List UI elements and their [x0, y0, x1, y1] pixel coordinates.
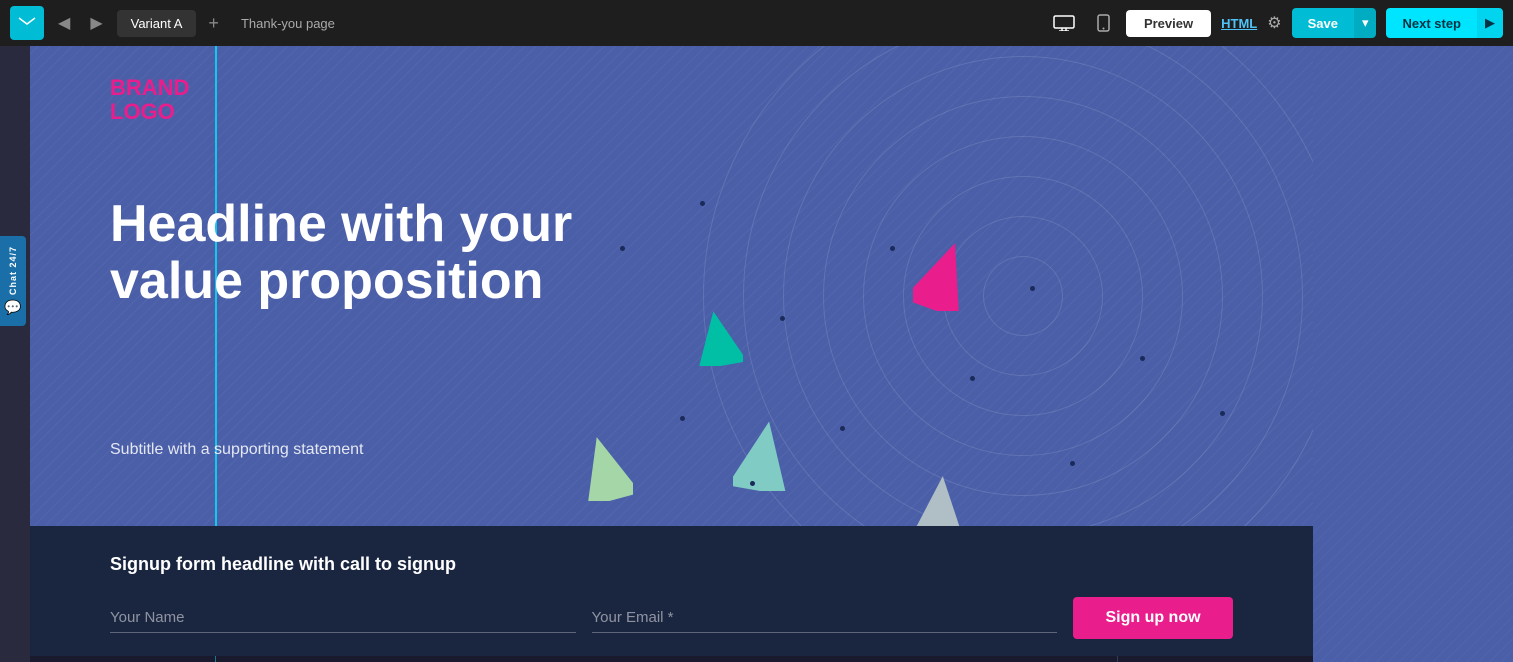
desktop-view-button[interactable]: [1047, 11, 1081, 35]
toolbar: ◀ ▶ Variant A + Thank-you page Preview H…: [0, 0, 1513, 46]
dot-2: [700, 201, 705, 206]
redo-button[interactable]: ▶: [84, 9, 108, 37]
save-button-group: Save ▾: [1292, 8, 1377, 38]
signup-section: Signup form headline with call to signup…: [30, 526, 1313, 656]
thankyou-tab[interactable]: Thank-you page: [231, 10, 345, 37]
circle-8: [983, 256, 1063, 336]
lightgreen-triangle-2: [733, 421, 793, 491]
signup-submit-button[interactable]: Sign up now: [1073, 597, 1233, 639]
dot-10: [750, 481, 755, 486]
mobile-view-button[interactable]: [1091, 10, 1116, 36]
canvas-wrapper: Chat 24/7 💬 BR: [0, 46, 1513, 662]
nextstep-arrow-button[interactable]: ▶: [1477, 8, 1503, 38]
lightgreen-triangle-1: [578, 436, 633, 501]
dot-5: [890, 246, 895, 251]
name-input[interactable]: [110, 603, 576, 633]
undo-button[interactable]: ◀: [52, 9, 76, 37]
email-input[interactable]: [592, 603, 1058, 633]
dot-11: [1140, 356, 1145, 361]
save-button[interactable]: Save: [1292, 8, 1354, 38]
dot-4: [840, 426, 845, 431]
side-panel: Chat 24/7 💬: [0, 46, 30, 662]
toolbar-right: Preview HTML ⚙ Save ▾ Next step ▶: [1047, 8, 1503, 38]
html-button[interactable]: HTML: [1221, 16, 1257, 31]
dot-8: [1070, 461, 1075, 466]
page-content: BRAND LOGO Headline with your value prop…: [30, 46, 1313, 662]
variant-a-tab[interactable]: Variant A: [117, 10, 197, 37]
dot-1: [620, 246, 625, 251]
teal-triangle: [693, 311, 743, 366]
right-panel-extended: [1313, 46, 1513, 662]
dot-9: [680, 416, 685, 421]
add-tab-button[interactable]: +: [204, 13, 223, 34]
dot-7: [1030, 286, 1035, 291]
nextstep-button-group: Next step ▶: [1386, 8, 1503, 38]
variant-a-label: Variant A: [131, 16, 183, 31]
app-logo-icon: [10, 6, 44, 40]
dot-12: [1220, 411, 1225, 416]
nextstep-button[interactable]: Next step: [1386, 8, 1477, 38]
hero-section: BRAND LOGO Headline with your value prop…: [30, 46, 1313, 526]
hero-headline: Headline with your value proposition: [110, 196, 630, 310]
signup-headline: Signup form headline with call to signup: [110, 554, 1233, 575]
save-dropdown-button[interactable]: ▾: [1354, 8, 1377, 38]
dot-3: [780, 316, 785, 321]
settings-button[interactable]: ⚙: [1267, 13, 1281, 33]
signup-form-row: Sign up now: [110, 597, 1233, 639]
preview-button[interactable]: Preview: [1126, 10, 1211, 37]
chat-widget[interactable]: Chat 24/7 💬: [0, 236, 26, 326]
chat-icon: 💬: [4, 299, 21, 316]
hero-subtitle: Subtitle with a supporting statement: [110, 441, 363, 459]
brand-logo[interactable]: BRAND LOGO: [110, 76, 189, 124]
chat-label: Chat 24/7: [8, 246, 18, 295]
red-triangle: [913, 241, 973, 311]
silver-triangle: [913, 476, 968, 526]
dot-6: [970, 376, 975, 381]
